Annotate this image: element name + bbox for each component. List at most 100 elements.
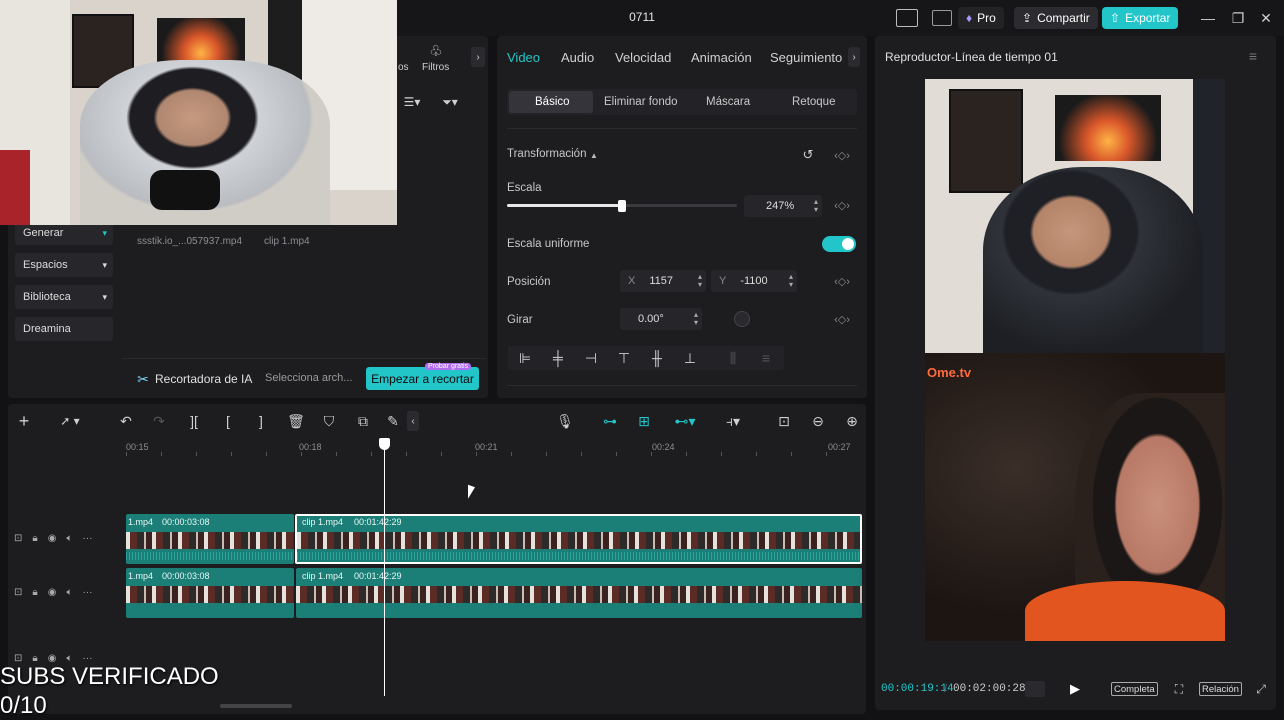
media-file[interactable]: ssstik.io_...057937.mp4 — [137, 236, 242, 247]
volume-icon[interactable]: 🔈︎ — [66, 533, 72, 544]
align-center-h-icon[interactable]: ╪ — [548, 349, 568, 367]
restore-icon[interactable]: ❐ — [1228, 8, 1248, 28]
tab-audio[interactable]: Audio — [561, 50, 594, 65]
shield-icon[interactable]: ⛉ — [320, 411, 338, 431]
eye-icon[interactable]: ◉ — [48, 587, 57, 598]
split-left-icon[interactable]: [ — [219, 411, 237, 431]
sidebar-item-dreamina[interactable]: Dreamina — [15, 317, 113, 341]
start-cutting-button[interactable]: Empezar a recortar — [366, 367, 479, 390]
share-button[interactable]: ⇪ Compartir — [1014, 7, 1098, 29]
full-button[interactable]: Completa — [1111, 682, 1158, 696]
tab-seguimiento[interactable]: Seguimiento — [770, 50, 842, 65]
add-icon[interactable]: + — [14, 411, 34, 431]
subtab-mascara[interactable]: Máscara — [706, 96, 750, 108]
select-tool-icon[interactable]: ➚ ▾ — [52, 411, 88, 431]
link-main-track-icon[interactable]: ⊶ — [600, 411, 620, 431]
microphone-icon[interactable]: 🎙 — [556, 411, 574, 431]
tab-video[interactable]: Video — [507, 50, 540, 65]
align-bottom-icon[interactable]: ⊥ — [680, 349, 700, 367]
stepper-icon[interactable]: ▴ ▾ — [814, 198, 818, 214]
chevron-right-icon[interactable]: › — [848, 47, 860, 67]
pro-button[interactable]: ♦ Pro — [958, 7, 1004, 29]
more-icon[interactable]: ··· — [82, 587, 92, 598]
lock-icon[interactable]: 🔒︎ — [32, 533, 37, 544]
filters-icon[interactable]: ♧ — [426, 42, 446, 60]
minimize-icon[interactable]: — — [1198, 8, 1218, 28]
scale-field[interactable]: 247% ▴ ▾ — [744, 195, 822, 217]
menu-icon[interactable]: ≡ — [1244, 48, 1262, 64]
split-right-icon[interactable]: ] — [252, 411, 270, 431]
reset-icon[interactable]: ↺ — [800, 147, 816, 163]
crop-icon[interactable]: ⧉ — [354, 411, 372, 431]
webcam-overlay — [0, 0, 397, 225]
stepper-icon[interactable]: ▴ ▾ — [698, 273, 702, 289]
transform-section-title[interactable]: Transformación — [507, 148, 586, 160]
subtab-eliminar-fondo[interactable]: Eliminar fondo — [604, 96, 678, 108]
timeline-clip[interactable]: 1.mp4 00:00:03:08 — [126, 514, 294, 564]
playhead-line[interactable] — [384, 446, 385, 696]
uniform-scale-toggle[interactable] — [822, 236, 856, 252]
sidebar-item-biblioteca[interactable]: Biblioteca ▾ — [15, 285, 113, 309]
lock-icon[interactable]: 🔒︎ — [32, 587, 37, 598]
rotate-field[interactable]: 0.00° ▴ ▾ — [620, 308, 702, 330]
timeline-clip[interactable]: 1.mp4 00:00:03:08 — [126, 568, 294, 618]
preview-axis-icon[interactable]: ⫞▾ — [716, 411, 750, 431]
eye-icon[interactable]: ◉ — [48, 533, 57, 544]
undo-icon[interactable]: ↶ — [117, 411, 135, 431]
select-file-text[interactable]: Selecciona arch... — [265, 372, 352, 384]
align-center-v-icon[interactable]: ╫ — [647, 349, 667, 367]
cover-icon[interactable]: ⊡ — [14, 533, 22, 544]
keyframe-icon[interactable]: ‹◇› — [826, 147, 858, 163]
timeline-clip-selected[interactable]: clip 1.mp4 00:01:42:29 — [295, 514, 862, 564]
keyframe-icon[interactable]: ‹◇› — [826, 273, 858, 289]
media-file[interactable]: clip 1.mp4 — [264, 236, 310, 247]
zoom-out-icon[interactable]: ⊖ — [808, 411, 828, 431]
delete-icon[interactable]: 🗑 — [287, 411, 305, 431]
volume-icon[interactable]: 🔈︎ — [66, 587, 72, 598]
tab-velocidad[interactable]: Velocidad — [615, 50, 671, 65]
zoom-in-icon[interactable]: ⊕ — [842, 411, 862, 431]
caret-up-icon[interactable]: ▲ — [590, 151, 598, 160]
magnet-icon[interactable]: ⊞ — [634, 411, 654, 431]
export-button[interactable]: ⇧ Exportar — [1102, 7, 1179, 29]
fullscreen-icon[interactable]: ⤢ — [1252, 680, 1270, 698]
fit-screen-icon[interactable]: ⛶ — [1170, 680, 1188, 698]
link-clips-icon[interactable]: ⊷▾ — [668, 411, 702, 431]
filter-funnel-icon[interactable]: ⏷▾ — [438, 94, 462, 110]
align-right-icon[interactable]: ⊣ — [581, 349, 601, 367]
play-icon[interactable]: ▶ — [1066, 680, 1084, 698]
layout-icon[interactable] — [896, 9, 918, 27]
subtab-basico[interactable]: Básico — [535, 96, 570, 108]
brush-icon[interactable]: ✎ — [386, 411, 400, 431]
keyboard-icon[interactable] — [932, 10, 952, 26]
rotate-dial[interactable] — [734, 311, 750, 327]
timeline-clip[interactable]: clip 1.mp4 00:01:42:29 — [296, 568, 862, 618]
cover-icon[interactable]: ⊡ — [14, 587, 22, 598]
caption-icon[interactable]: ⊡ — [774, 411, 794, 431]
keyframe-icon[interactable]: ‹◇› — [826, 197, 858, 213]
media-tab-partial[interactable]: os — [398, 62, 409, 73]
close-icon[interactable]: ✕ — [1256, 8, 1276, 28]
stepper-icon[interactable]: ▴ ▾ — [694, 311, 698, 327]
sidebar-item-espacios[interactable]: Espacios ▾ — [15, 253, 113, 277]
scale-slider-knob[interactable] — [618, 200, 626, 212]
position-y-field[interactable]: Y -1100 ▴ ▾ — [711, 270, 797, 292]
ratio-button[interactable]: Relación — [1199, 682, 1242, 696]
video-frame[interactable]: Ome.tv — [925, 79, 1225, 641]
position-x-field[interactable]: X 1157 ▴ ▾ — [620, 270, 706, 292]
subtab-retoque[interactable]: Retoque — [792, 96, 835, 108]
grid-icon[interactable] — [1025, 681, 1045, 697]
keyframe-icon[interactable]: ‹◇› — [826, 311, 858, 327]
align-left-icon[interactable]: ⊫ — [515, 349, 535, 367]
collapse-left-icon[interactable]: ‹ — [407, 411, 419, 431]
playhead-handle[interactable] — [379, 438, 390, 450]
timeline-scrollbar[interactable] — [220, 704, 292, 708]
split-icon[interactable]: ][ — [185, 411, 203, 431]
more-icon[interactable]: ··· — [82, 533, 92, 544]
filters-tab[interactable]: Filtros — [422, 62, 449, 73]
stepper-icon[interactable]: ▴ ▾ — [789, 273, 793, 289]
sort-icon[interactable]: ☰▾ — [400, 94, 424, 110]
chevron-right-icon[interactable]: › — [471, 47, 485, 67]
align-top-icon[interactable]: ⊤ — [614, 349, 634, 367]
tab-animacion[interactable]: Animación — [691, 50, 752, 65]
